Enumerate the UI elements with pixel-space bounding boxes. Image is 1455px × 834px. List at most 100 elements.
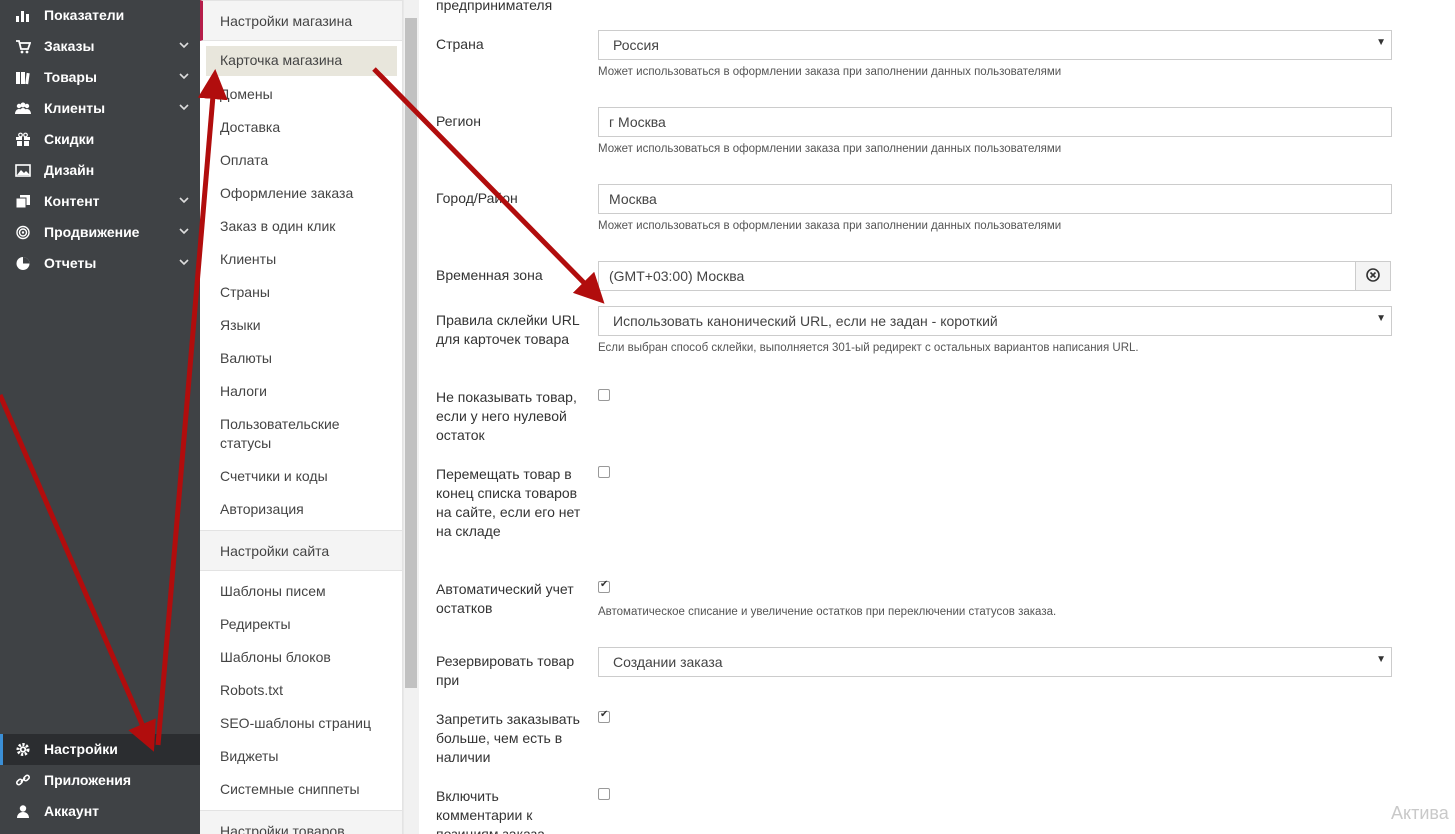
- nav-item-products[interactable]: Товары: [0, 62, 200, 93]
- submenu-item-counters[interactable]: Счетчики и коды: [220, 467, 328, 486]
- caret-down-icon: ▼: [1376, 654, 1386, 665]
- reserve-select[interactable]: Создании заказа ▼: [598, 647, 1392, 677]
- submenu-item-store-card[interactable]: Карточка магазина: [206, 46, 397, 76]
- timezone-input[interactable]: (GMT+03:00) Москва: [598, 261, 1356, 291]
- nav-label: Показатели: [44, 7, 125, 23]
- city-hint: Может использоваться в оформлении заказа…: [598, 220, 1062, 232]
- region-label: Регион: [436, 113, 481, 129]
- submenu-item-seo-templates[interactable]: SEO-шаблоны страниц: [220, 714, 371, 733]
- country-value: Россия: [613, 37, 659, 53]
- submenu-item-taxes[interactable]: Налоги: [220, 382, 267, 401]
- move-end-label: Перемещать товар в конец списка товаров …: [436, 466, 581, 539]
- submenu-item-domains[interactable]: Домены: [220, 85, 273, 104]
- submenu-item-block-templates[interactable]: Шаблоны блоков: [220, 648, 331, 667]
- main-sidebar: Показатели Заказы Товары Клиенты Скидки …: [0, 0, 200, 834]
- submenu-item-payment[interactable]: Оплата: [220, 151, 268, 170]
- nav-item-settings[interactable]: Настройки: [0, 734, 200, 765]
- nav-label: Товары: [44, 69, 97, 85]
- url-rules-select[interactable]: Использовать канонический URL, если не з…: [598, 306, 1392, 336]
- url-rules-value: Использовать канонический URL, если не з…: [613, 313, 998, 329]
- nav-label: Приложения: [44, 772, 132, 788]
- gift-icon: [16, 132, 30, 146]
- submenu-item-delivery[interactable]: Доставка: [220, 118, 280, 137]
- country-label: Страна: [436, 36, 484, 52]
- submenu-item-redirects[interactable]: Редиректы: [220, 615, 291, 634]
- hide-zero-checkbox[interactable]: [598, 389, 610, 401]
- submenu-item-system-snippets[interactable]: Системные сниппеты: [220, 780, 360, 799]
- submenu-item-countries[interactable]: Страны: [220, 283, 270, 302]
- pages-icon: [15, 195, 30, 209]
- region-value: г Москва: [609, 114, 666, 130]
- url-rules-label: Правила склейки URL для карточек товара: [436, 312, 580, 347]
- reserve-value: Создании заказа: [613, 654, 723, 670]
- region-input[interactable]: г Москва: [598, 107, 1392, 137]
- submenu-scrollbar-thumb[interactable]: [405, 18, 417, 688]
- city-input[interactable]: Москва: [598, 184, 1392, 214]
- move-end-checkbox[interactable]: [598, 466, 610, 478]
- comments-checkbox[interactable]: [598, 788, 610, 800]
- chevron-down-icon: [179, 42, 189, 49]
- submenu-item-languages[interactable]: Языки: [220, 316, 261, 335]
- submenu-item-currencies[interactable]: Валюты: [220, 349, 272, 368]
- submenu-item-robots[interactable]: Robots.txt: [220, 681, 283, 700]
- pie-chart-icon: [16, 257, 30, 270]
- site-settings-header: Настройки сайта: [200, 530, 402, 571]
- submenu-item-widgets[interactable]: Виджеты: [220, 747, 279, 766]
- nav-item-dashboard[interactable]: Показатели: [0, 0, 200, 31]
- timezone-value: (GMT+03:00) Москва: [609, 268, 745, 284]
- nav-label: Отчеты: [44, 255, 97, 271]
- chevron-down-icon: [179, 197, 189, 204]
- timezone-clear-button[interactable]: [1355, 261, 1391, 291]
- reserve-label: Резервировать товар при: [436, 653, 575, 688]
- gear-icon: [16, 743, 30, 756]
- nav-label: Дизайн: [44, 162, 95, 178]
- url-rules-hint: Если выбран способ склейки, выполняется …: [598, 342, 1139, 354]
- timezone-label: Временная зона: [436, 267, 543, 283]
- submenu-item-checkout[interactable]: Оформление заказа: [220, 184, 353, 203]
- nav-item-reports[interactable]: Отчеты: [0, 248, 200, 279]
- chevron-down-icon: [179, 259, 189, 266]
- nav-item-apps[interactable]: Приложения: [0, 765, 200, 796]
- nav-label: Клиенты: [44, 100, 106, 116]
- caret-down-icon: ▼: [1376, 37, 1386, 48]
- city-label: Город/Район: [436, 190, 518, 206]
- nav-label: Аккаунт: [44, 803, 100, 819]
- country-select[interactable]: Россия ▼: [598, 30, 1392, 60]
- submenu-item-clients[interactable]: Клиенты: [220, 250, 276, 269]
- nav-item-discounts[interactable]: Скидки: [0, 124, 200, 155]
- auto-stock-label: Автоматический учет остатков: [436, 581, 574, 616]
- region-hint: Может использоваться в оформлении заказа…: [598, 143, 1062, 155]
- cut-off-label: предпринимателя: [436, 0, 553, 13]
- forbid-more-checkbox[interactable]: [598, 709, 610, 723]
- bar-chart-icon: [16, 11, 29, 22]
- nav-item-content[interactable]: Контент: [0, 186, 200, 217]
- nav-label: Скидки: [44, 131, 95, 147]
- nav-item-design[interactable]: Дизайн: [0, 155, 200, 186]
- submenu-item-custom-statuses[interactable]: Пользовательские статусы: [220, 415, 355, 453]
- hide-zero-label: Не показывать товар, если у него нулевой…: [436, 389, 577, 443]
- nav-item-clients[interactable]: Клиенты: [0, 93, 200, 124]
- nav-label: Заказы: [44, 38, 95, 54]
- goods-settings-header: Настройки товаров: [200, 810, 402, 834]
- caret-down-icon: ▼: [1376, 313, 1386, 324]
- submenu-item-email-templates[interactable]: Шаблоны писем: [220, 582, 326, 601]
- submenu-item-one-click[interactable]: Заказ в один клик: [220, 217, 335, 236]
- target-icon: [16, 225, 30, 240]
- city-value: Москва: [609, 191, 657, 207]
- country-hint: Может использоваться в оформлении заказа…: [598, 66, 1062, 78]
- nav-item-promotion[interactable]: Продвижение: [0, 217, 200, 248]
- submenu-item-auth[interactable]: Авторизация: [220, 500, 304, 519]
- nav-label: Настройки: [44, 741, 118, 757]
- books-icon: [16, 72, 30, 85]
- link-icon: [15, 774, 31, 786]
- auto-stock-checkbox[interactable]: [598, 579, 610, 593]
- auto-stock-hint: Автоматическое списание и увеличение ост…: [598, 606, 1057, 618]
- nav-label: Продвижение: [44, 224, 140, 240]
- nav-item-orders[interactable]: Заказы: [0, 31, 200, 62]
- users-icon: [15, 102, 31, 114]
- forbid-more-label: Запретить заказывать больше, чем есть в …: [436, 711, 580, 765]
- settings-submenu: Настройки магазина Карточка магазина Дом…: [200, 0, 403, 834]
- chevron-down-icon: [179, 228, 189, 235]
- nav-item-account[interactable]: Аккаунт: [0, 796, 200, 827]
- user-icon: [17, 805, 29, 818]
